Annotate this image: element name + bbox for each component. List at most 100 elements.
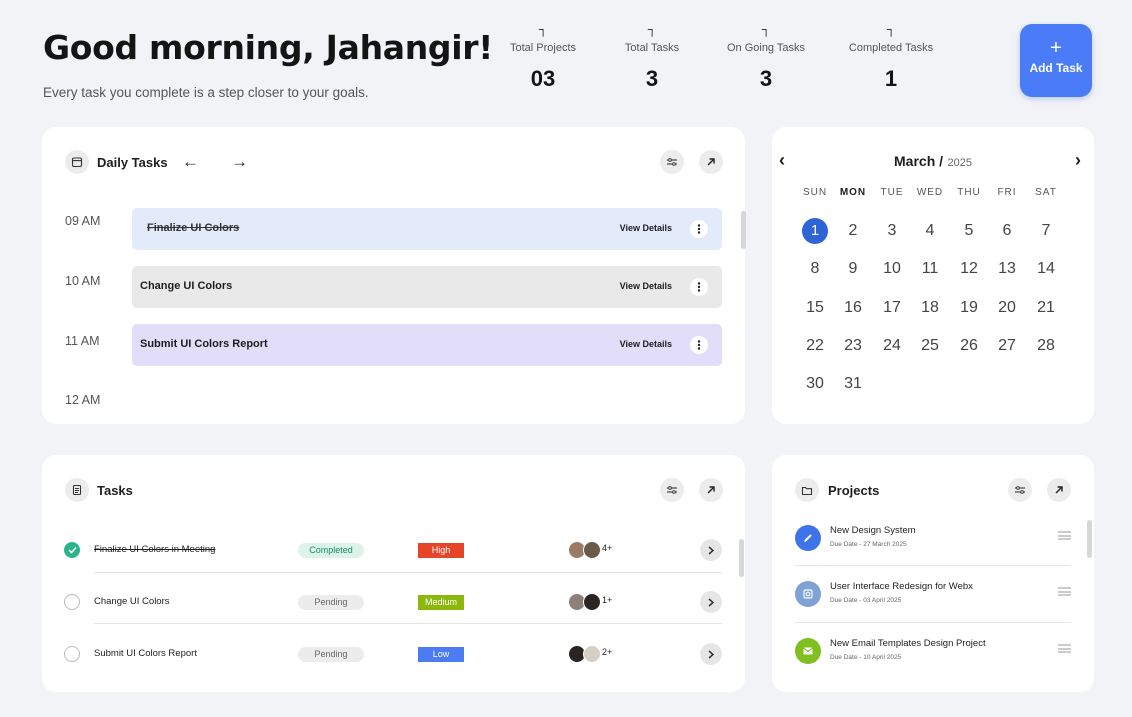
expand-button[interactable] (1047, 478, 1071, 502)
stat-label: Completed Tasks (848, 42, 934, 54)
calendar-day[interactable]: 24 (879, 333, 905, 359)
page-title: Good morning, Jahangir! (43, 28, 493, 67)
project-item[interactable]: User Interface Redesign for Webx Due Dat… (795, 577, 1071, 627)
projects-title: Projects (828, 483, 880, 498)
weekday-label: FRI (997, 187, 1017, 198)
priority-badge: High (418, 543, 464, 558)
calendar-day[interactable]: 3 (879, 218, 905, 244)
project-due-date: Due Date - 03 April 2025 (830, 597, 902, 604)
calendar-day[interactable]: 20 (994, 295, 1020, 321)
project-due-date: Due Date - 27 March 2025 (830, 541, 907, 548)
stat-label: On Going Tasks (726, 42, 806, 54)
expand-button[interactable] (699, 150, 723, 174)
avatar-more-count: 1+ (602, 595, 613, 605)
view-details-link[interactable]: View Details (620, 223, 672, 233)
page-subtitle: Every task you complete is a step closer… (43, 85, 369, 100)
filter-icon (1015, 486, 1025, 494)
task-row[interactable]: Submit UI Colors Report Pending Low 2+ (64, 640, 722, 668)
project-due-date: Due Date - 10 April 2025 (830, 654, 902, 661)
avatar-more-count: 2+ (602, 647, 613, 657)
expand-button[interactable] (699, 478, 723, 502)
bracket-icon: ┐ (761, 22, 771, 36)
calendar-day[interactable]: 10 (879, 256, 905, 282)
stat-label: Total Projects (509, 42, 577, 54)
calendar-day[interactable]: 21 (1033, 295, 1059, 321)
calendar-day[interactable]: 14 (1033, 256, 1059, 282)
projects-scrollbar[interactable] (1087, 520, 1092, 558)
daily-task-name: Submit UI Colors Report (140, 338, 268, 350)
add-task-button[interactable]: + Add Task (1020, 24, 1092, 97)
filter-button[interactable] (1008, 478, 1032, 502)
status-badge: Pending (298, 647, 364, 662)
calendar-day[interactable]: 30 (802, 371, 828, 397)
task-row[interactable]: Finalize UI Colors in Meeting Completed … (64, 536, 722, 564)
project-item[interactable]: New Design System Due Date - 27 March 20… (795, 521, 1071, 571)
filter-button[interactable] (660, 478, 684, 502)
daily-task-slot[interactable]: Submit UI Colors Report View Details (132, 324, 722, 366)
next-day-arrow-icon[interactable]: → (231, 153, 248, 170)
task-name: Change UI Colors (94, 596, 170, 607)
project-name: User Interface Redesign for Webx (830, 581, 973, 592)
calendar-day[interactable]: 7 (1033, 218, 1059, 244)
daily-task-slot[interactable]: Finalize UI Colors View Details (132, 208, 722, 250)
drag-handle-icon[interactable] (1058, 531, 1071, 540)
view-details-link[interactable]: View Details (620, 339, 672, 349)
calendar-day[interactable]: 13 (994, 256, 1020, 282)
calendar-day[interactable]: 19 (956, 295, 982, 321)
calendar-day[interactable]: 17 (879, 295, 905, 321)
drag-handle-icon[interactable] (1058, 644, 1071, 653)
daily-task-slot[interactable]: Change UI Colors View Details (132, 266, 722, 308)
add-task-label: Add Task (1029, 61, 1083, 75)
avatar (583, 645, 601, 663)
time-label: 10 AM (65, 274, 101, 288)
more-options-icon[interactable] (690, 336, 708, 354)
calendar-day[interactable]: 18 (917, 295, 943, 321)
row-divider (94, 572, 722, 573)
calendar-day[interactable]: 9 (840, 256, 866, 282)
time-label: 09 AM (65, 214, 101, 228)
greeting-block: Good morning, Jahangir! Every task you c… (43, 28, 493, 100)
filter-button[interactable] (660, 150, 684, 174)
avatar-more-count: 4+ (602, 543, 613, 553)
calendar-day[interactable]: 22 (802, 333, 828, 359)
pen-icon (795, 525, 821, 551)
checkbox-icon[interactable] (64, 594, 80, 610)
checkbox-icon[interactable] (64, 646, 80, 662)
daily-tasks-scrollbar[interactable] (741, 211, 746, 249)
calendar-day[interactable]: 15 (802, 295, 828, 321)
calendar-day[interactable]: 11 (917, 256, 943, 282)
status-badge: Pending (298, 595, 364, 610)
calendar-day-selected[interactable]: 1 (802, 218, 828, 244)
stat-label: Total Tasks (624, 42, 680, 54)
tasks-scrollbar[interactable] (739, 539, 744, 577)
chevron-right-icon[interactable] (700, 539, 722, 561)
calendar-day[interactable]: 12 (956, 256, 982, 282)
weekday-label: SUN (802, 187, 828, 198)
calendar-day[interactable]: 2 (840, 218, 866, 244)
stat-completed-tasks: ┐ Completed Tasks 1 (836, 23, 946, 92)
calendar-day[interactable]: 23 (840, 333, 866, 359)
calendar-year: 2025 (947, 157, 972, 169)
calendar-day[interactable]: 5 (956, 218, 982, 244)
calendar-day[interactable]: 26 (956, 333, 982, 359)
calendar-day[interactable]: 25 (917, 333, 943, 359)
task-row[interactable]: Change UI Colors Pending Medium 1+ (64, 588, 722, 616)
chevron-right-icon[interactable] (700, 643, 722, 665)
calendar-day[interactable]: 4 (917, 218, 943, 244)
calendar-day[interactable]: 31 (840, 371, 866, 397)
checkbox-checked-icon[interactable] (64, 542, 80, 558)
prev-day-arrow-icon[interactable]: ← (182, 153, 199, 170)
calendar-day[interactable]: 6 (994, 218, 1020, 244)
chevron-right-icon[interactable] (700, 591, 722, 613)
calendar-day[interactable]: 16 (840, 295, 866, 321)
calendar-day[interactable]: 8 (802, 256, 828, 282)
weekday-label: MON (839, 187, 867, 198)
daily-task-name: Finalize UI Colors (147, 222, 240, 234)
calendar-day[interactable]: 27 (994, 333, 1020, 359)
more-options-icon[interactable] (690, 220, 708, 238)
more-options-icon[interactable] (690, 278, 708, 296)
drag-handle-icon[interactable] (1058, 587, 1071, 596)
project-item[interactable]: New Email Templates Design Project Due D… (795, 634, 1071, 684)
calendar-day[interactable]: 28 (1033, 333, 1059, 359)
view-details-link[interactable]: View Details (620, 281, 672, 291)
